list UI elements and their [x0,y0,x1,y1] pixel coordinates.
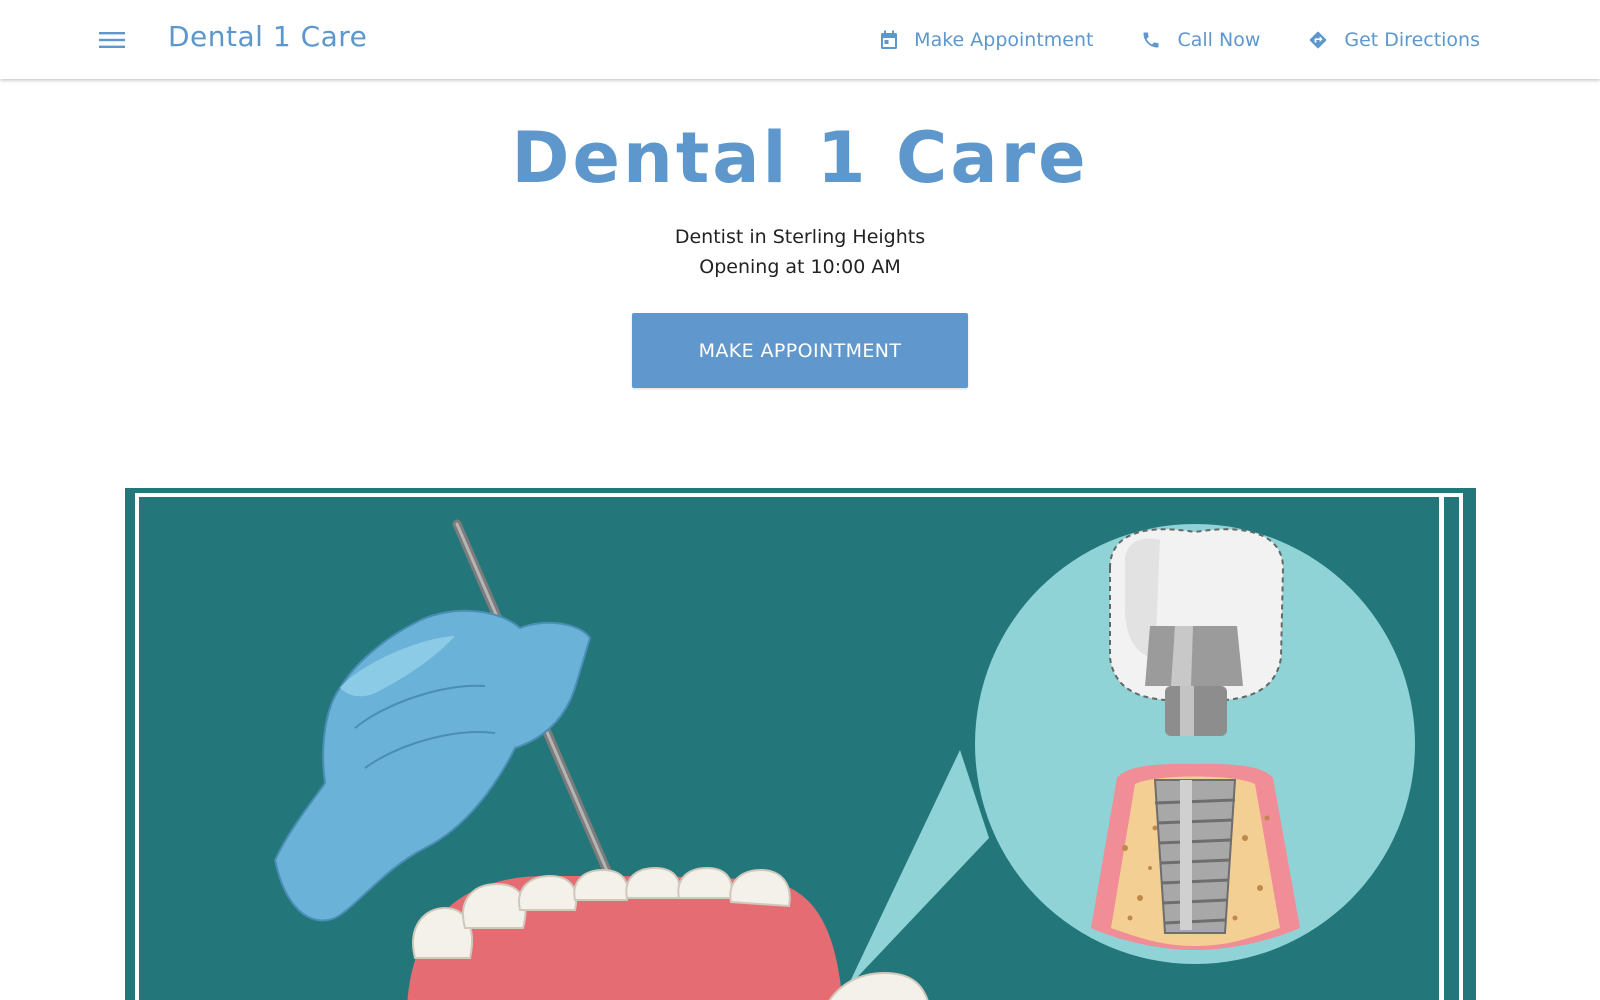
nav-call-now-label: Call Now [1177,29,1261,51]
dental-implant-illustration [135,493,1463,1000]
nav-call-now[interactable]: Call Now [1141,29,1260,51]
menu-icon [99,32,125,48]
calendar-icon [881,30,898,49]
nav-make-appointment[interactable]: Make Appointment [880,29,1093,51]
nav-make-appointment-label: Make Appointment [914,29,1094,51]
menu-button[interactable] [96,24,128,56]
top-bar: Dental 1 Care Make Appointment Call Now [0,0,1600,79]
make-appointment-button[interactable]: MAKE APPOINTMENT [632,313,968,388]
hero-illustration [125,488,1476,1000]
phone-icon [1143,32,1159,48]
hero-subtitle: Dentist in Sterling Heights [674,226,926,248]
opening-hours: Opening at 10:00 AM [699,256,901,278]
hero-title: Dental 1 Care [511,117,1089,199]
nav-get-directions-label: Get Directions [1344,29,1480,51]
header-nav: Make Appointment Call Now Get Directions [832,24,1480,56]
brand-name[interactable]: Dental 1 Care [168,20,367,53]
nav-get-directions[interactable]: Get Directions [1308,29,1480,51]
directions-icon [1310,31,1327,49]
